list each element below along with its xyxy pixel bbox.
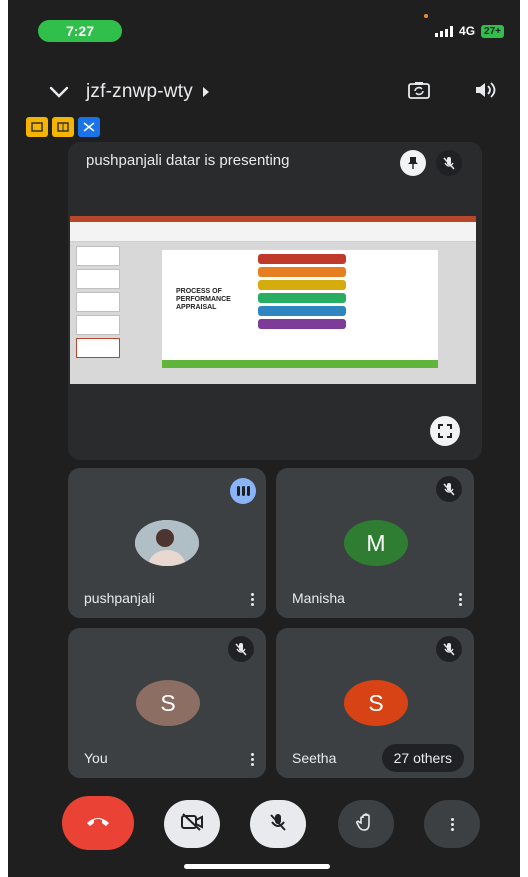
badge-icon (26, 117, 48, 137)
mic-off-icon (436, 636, 462, 662)
raise-hand-icon (356, 812, 376, 837)
meeting-details-arrow-icon[interactable] (202, 87, 209, 97)
slide-canvas: PROCESS OF PERFORMANCE APPRAISAL (162, 250, 438, 368)
network-type: 4G (459, 24, 476, 38)
meet-screen: 7:27 4G 27+ jzf-znwp-wty pushpanjali dat… (8, 0, 520, 877)
camera-toggle-button[interactable] (164, 800, 220, 848)
participant-name: Seetha (292, 750, 337, 766)
speaking-indicator-icon (230, 478, 256, 504)
camera-off-icon (180, 812, 204, 836)
meeting-code[interactable]: jzf-znwp-wty (86, 81, 193, 103)
speaker-icon[interactable] (474, 81, 496, 104)
slide-thumbnails (76, 246, 124, 374)
mic-off-icon (268, 812, 288, 837)
badge-icon (78, 117, 100, 137)
hangup-icon (85, 814, 111, 833)
participant-name: You (84, 750, 108, 766)
status-indicators: 4G 27+ (435, 24, 504, 38)
avatar: S (344, 680, 408, 726)
mic-off-icon (436, 150, 462, 176)
participant-tile-manisha[interactable]: M Manisha (276, 468, 474, 618)
slide-title: PROCESS OF PERFORMANCE APPRAISAL (176, 288, 231, 311)
fullscreen-icon[interactable] (430, 416, 460, 446)
call-controls (8, 796, 520, 852)
signal-icon (435, 25, 454, 37)
home-indicator (184, 864, 330, 869)
avatar: S (136, 680, 200, 726)
more-options-button[interactable] (424, 800, 480, 848)
avatar (135, 520, 199, 566)
others-count-button[interactable]: 27 others (381, 744, 464, 772)
mic-toggle-button[interactable] (250, 800, 306, 848)
presentation-tile[interactable]: pushpanjali datar is presenting PROCESS … (68, 142, 482, 460)
meeting-header: jzf-znwp-wty (46, 78, 504, 106)
shared-slide: PROCESS OF PERFORMANCE APPRAISAL (70, 216, 476, 384)
host-badges (26, 117, 100, 137)
participant-tile-pushpanjali[interactable]: pushpanjali (68, 468, 266, 618)
raise-hand-button[interactable] (338, 800, 394, 848)
slide-flowchart (258, 254, 346, 332)
mic-off-icon (436, 476, 462, 502)
mic-off-icon (228, 636, 254, 662)
more-options-icon[interactable] (251, 753, 254, 766)
chevron-down-icon[interactable] (46, 79, 72, 105)
participant-tile-seetha[interactable]: S Seetha 27 others (276, 628, 474, 778)
pin-icon[interactable] (400, 150, 426, 176)
privacy-indicator (424, 14, 428, 18)
participant-name: Manisha (292, 590, 345, 606)
more-options-icon[interactable] (251, 593, 254, 606)
more-options-icon[interactable] (459, 593, 462, 606)
participant-tile-you[interactable]: S You (68, 628, 266, 778)
more-options-icon (450, 817, 454, 831)
hangup-button[interactable] (62, 796, 134, 850)
camera-switch-icon[interactable] (408, 81, 430, 104)
status-time: 7:27 (38, 20, 122, 42)
badge-icon (52, 117, 74, 137)
avatar: M (344, 520, 408, 566)
battery-indicator: 27+ (481, 24, 504, 38)
presenting-label: pushpanjali datar is presenting (86, 152, 290, 169)
participant-name: pushpanjali (84, 590, 155, 606)
